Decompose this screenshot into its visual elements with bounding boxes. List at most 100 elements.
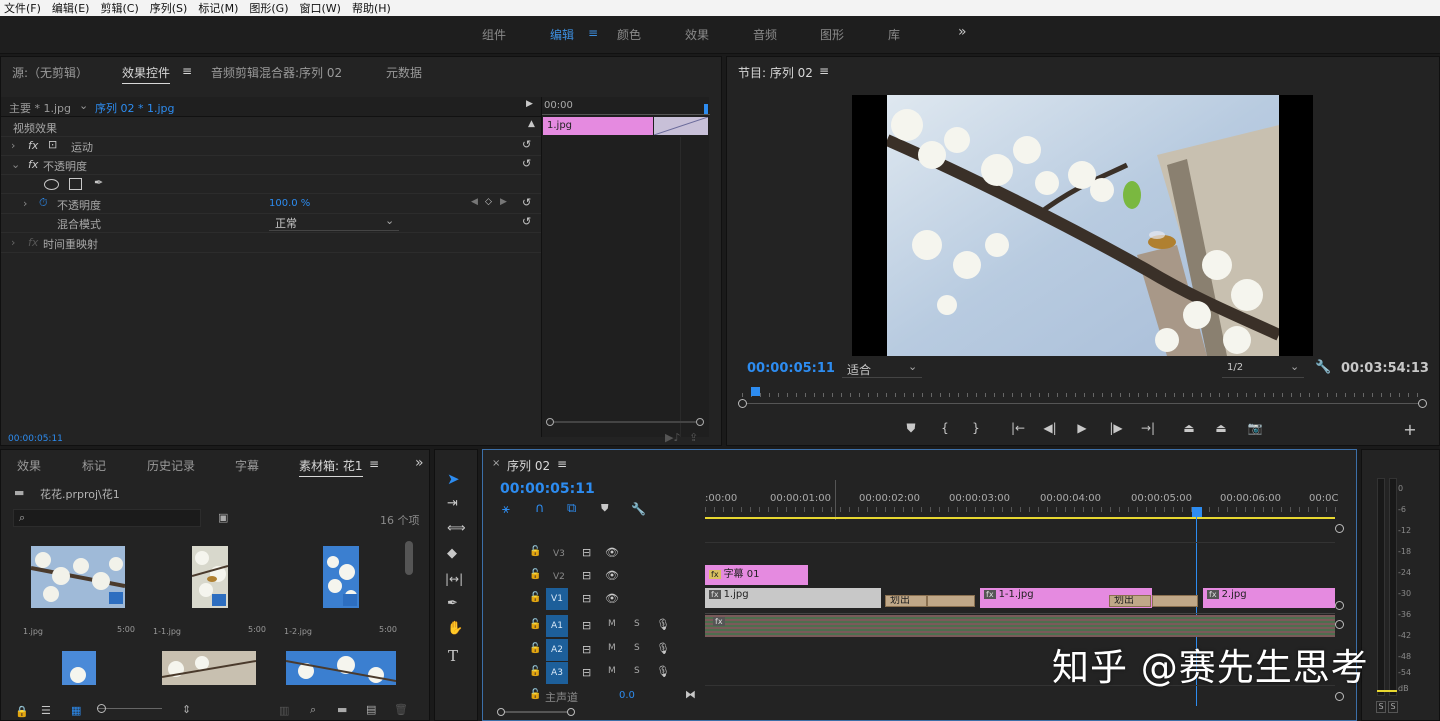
program-timecode[interactable]: 00:00:05:11 bbox=[747, 361, 835, 376]
hand-tool-icon[interactable]: ✋ bbox=[447, 621, 463, 636]
sync-lock-icon[interactable]: ⊟ bbox=[582, 666, 591, 679]
effect-controls-timecode[interactable]: 00:00:05:11 bbox=[8, 434, 63, 444]
new-search-bin-icon[interactable]: ▣ bbox=[218, 511, 228, 524]
workspace-graphics[interactable]: 图形 bbox=[820, 26, 844, 43]
timeline-playhead-handle[interactable] bbox=[1192, 507, 1202, 517]
master-expand-icon[interactable]: ⧓ bbox=[685, 688, 696, 701]
workspace-libraries[interactable]: 库 bbox=[888, 26, 900, 43]
clip-audio-a1[interactable]: fx bbox=[705, 615, 1335, 637]
track-select-icon[interactable]: ⇥ bbox=[447, 496, 458, 511]
master-clip-label[interactable]: 主要 * 1.jpg bbox=[9, 100, 71, 116]
transition-wipe-2[interactable]: 划出 bbox=[1109, 595, 1151, 607]
new-bin-icon[interactable]: ▬ bbox=[337, 703, 347, 716]
play-clip-icon[interactable]: ▶ bbox=[526, 99, 533, 109]
workspace-assembly[interactable]: 组件 bbox=[482, 26, 506, 43]
pen-tool-icon[interactable]: ✒ bbox=[447, 596, 458, 611]
microphone-icon[interactable]: 🎙 bbox=[656, 642, 670, 655]
sync-lock-icon[interactable]: ⊟ bbox=[582, 643, 591, 656]
playhead-marker[interactable] bbox=[704, 104, 708, 114]
tab-effect-controls[interactable]: 效果控件 bbox=[122, 64, 171, 84]
mute-button[interactable]: M bbox=[608, 619, 616, 629]
workspace-audio[interactable]: 音频 bbox=[753, 26, 777, 43]
master-volume-value[interactable]: 0.0 bbox=[619, 690, 635, 701]
add-button-icon[interactable]: + bbox=[1401, 420, 1419, 439]
program-playhead[interactable] bbox=[751, 387, 760, 396]
reset-icon[interactable]: ↺ bbox=[522, 157, 531, 170]
zoom-slider[interactable] bbox=[98, 708, 162, 709]
workspace-overflow-icon[interactable]: » bbox=[958, 24, 967, 40]
thumb-1-2jpg[interactable] bbox=[323, 546, 359, 608]
icon-view-icon[interactable]: ▦ bbox=[71, 704, 81, 717]
thumb-1-1jpg[interactable] bbox=[192, 546, 228, 608]
stopwatch-icon[interactable]: ⏱ bbox=[39, 196, 48, 210]
step-forward-icon[interactable]: |▶ bbox=[1107, 421, 1125, 435]
effect-row-time-remap[interactable]: › fx 时间重映射 bbox=[1, 234, 541, 253]
timeline-timecode[interactable]: 00:00:05:11 bbox=[500, 481, 595, 497]
sync-lock-icon[interactable]: ⊟ bbox=[582, 592, 591, 605]
tab-markers[interactable]: 标记 bbox=[82, 457, 106, 474]
workspace-menu-icon[interactable]: ≡ bbox=[588, 26, 598, 40]
panel-menu-icon[interactable]: ≡ bbox=[369, 457, 379, 471]
find-icon[interactable]: ⌕ bbox=[310, 703, 316, 717]
video-track-scroll-handle[interactable] bbox=[1335, 601, 1344, 610]
lift-icon[interactable]: ⏏ bbox=[1180, 421, 1198, 435]
workspace-color[interactable]: 颜色 bbox=[617, 26, 641, 43]
razor-tool-icon[interactable]: ◆ bbox=[447, 546, 457, 561]
expand-icon[interactable]: › bbox=[11, 139, 15, 152]
add-marker-icon[interactable]: ⛊ bbox=[601, 503, 609, 514]
solo-button[interactable]: S bbox=[634, 666, 640, 676]
fx-icon[interactable]: fx bbox=[28, 139, 38, 152]
expand-icon[interactable]: › bbox=[11, 236, 15, 249]
timeline-zoom-scrollbar[interactable] bbox=[497, 708, 575, 716]
add-keyframe-icon[interactable]: ◇ bbox=[485, 197, 492, 207]
reset-icon[interactable]: ↺ bbox=[522, 215, 531, 228]
menu-graphics[interactable]: 图形(G) bbox=[249, 0, 288, 16]
keyframe-clip-bar[interactable]: 1.jpg bbox=[543, 117, 653, 135]
list-view-icon[interactable]: ☰ bbox=[41, 704, 51, 717]
linked-selection-icon[interactable]: ⧉ bbox=[567, 501, 576, 516]
collapse-up-icon[interactable]: ▲ bbox=[528, 119, 535, 129]
track-target-a3[interactable]: A3 bbox=[546, 662, 568, 684]
selection-tool-icon[interactable]: ➤ bbox=[447, 470, 460, 488]
go-to-out-icon[interactable]: →| bbox=[1139, 421, 1157, 435]
program-monitor-title[interactable]: 节目: 序列 02 bbox=[738, 64, 813, 81]
track-target-v1[interactable]: V1 bbox=[546, 588, 568, 610]
solo-left-button[interactable]: S bbox=[1376, 701, 1386, 713]
chevron-down-icon[interactable]: ⌄ bbox=[79, 99, 88, 112]
mute-button[interactable]: M bbox=[608, 666, 616, 676]
track-target-a1[interactable]: A1 bbox=[546, 615, 568, 637]
program-time-ruler[interactable] bbox=[738, 387, 1429, 409]
mark-in-icon[interactable]: { bbox=[936, 421, 954, 435]
menu-window[interactable]: 窗口(W) bbox=[300, 0, 341, 16]
timeline-tab[interactable]: 序列 02 bbox=[507, 457, 550, 474]
solo-button[interactable]: S bbox=[634, 619, 640, 629]
snap-magnet-icon[interactable]: ∩ bbox=[535, 501, 545, 516]
solo-right-button[interactable]: S bbox=[1388, 701, 1398, 713]
solo-button[interactable]: S bbox=[634, 643, 640, 653]
automate-icon[interactable]: ▥ bbox=[279, 704, 289, 717]
rectangle-mask-icon[interactable] bbox=[69, 178, 82, 190]
wrench-icon[interactable]: 🔧 bbox=[1315, 360, 1331, 375]
menu-marker[interactable]: 标记(M) bbox=[198, 0, 238, 16]
slip-tool-icon[interactable]: |↔| bbox=[445, 572, 463, 586]
lock-icon[interactable]: 🔓 bbox=[529, 689, 541, 700]
menu-edit[interactable]: 编辑(E) bbox=[52, 0, 90, 16]
keyframe-zoom-scrollbar[interactable] bbox=[546, 418, 706, 426]
bin-scrollbar[interactable] bbox=[405, 541, 413, 575]
reset-icon[interactable]: ↺ bbox=[522, 138, 531, 151]
trash-icon[interactable]: 🗑 bbox=[394, 703, 408, 716]
extract-icon[interactable]: ⏏ bbox=[1212, 421, 1230, 435]
work-area-bar[interactable] bbox=[705, 517, 1335, 519]
lock-icon[interactable]: 🔓 bbox=[529, 619, 541, 630]
nest-icon[interactable]: ⚹ bbox=[502, 502, 510, 517]
timeline-ruler[interactable]: :00:00 00:00:01:00 00:00:02:00 00:00:03:… bbox=[705, 480, 1338, 520]
menu-file[interactable]: 文件(F) bbox=[4, 0, 41, 16]
zoom-slider-handle[interactable] bbox=[97, 704, 106, 713]
eye-icon[interactable]: 👁 bbox=[605, 569, 619, 582]
blend-mode-select[interactable]: 正常 ⌄ bbox=[269, 214, 399, 231]
microphone-icon[interactable]: 🎙 bbox=[656, 618, 670, 631]
tab-history[interactable]: 历史记录 bbox=[147, 457, 195, 474]
pen-mask-icon[interactable]: ✒ bbox=[94, 176, 103, 189]
resolution-select[interactable]: 1/2 ⌄ bbox=[1222, 360, 1304, 378]
thumb-1jpg[interactable] bbox=[31, 546, 125, 608]
